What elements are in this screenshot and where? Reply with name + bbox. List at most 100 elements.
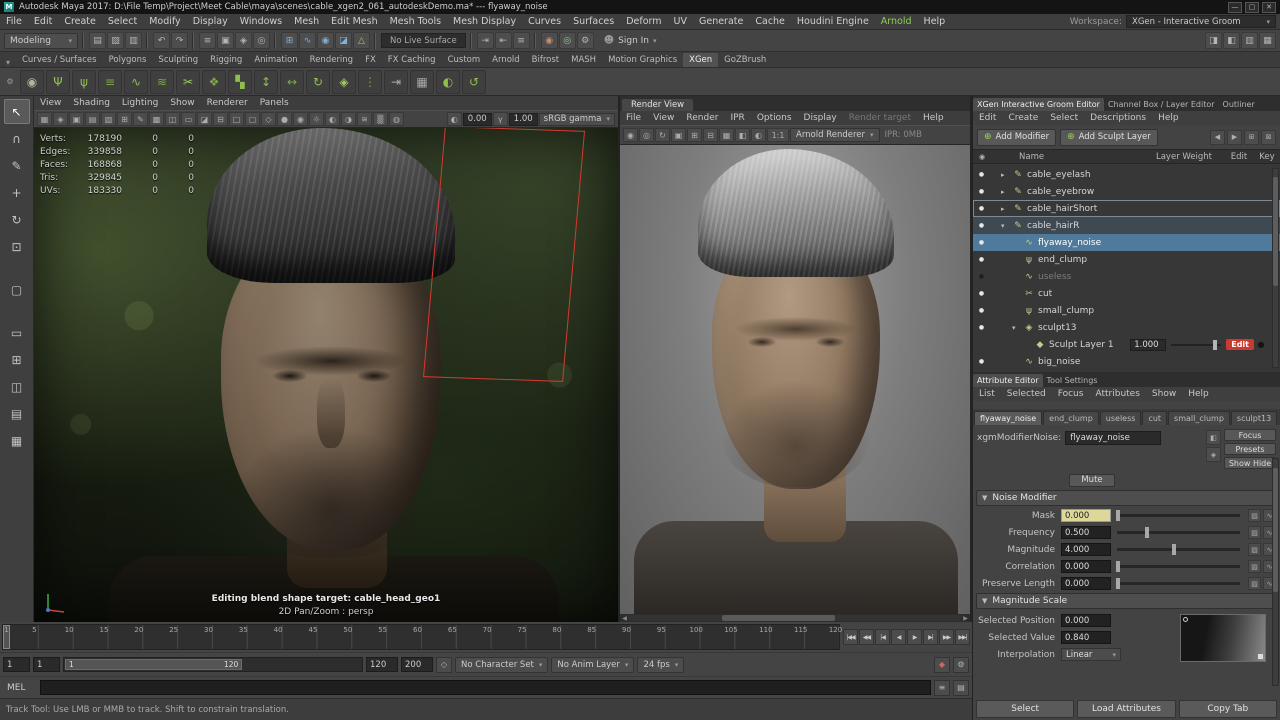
paint-select-tool[interactable]: ✎ — [4, 153, 30, 178]
node-tab-end-clump[interactable]: end_clump — [1043, 411, 1099, 425]
film-gate-icon[interactable]: ◫ — [165, 112, 180, 126]
node-tab-sculpt13[interactable]: sculpt13 — [1230, 411, 1278, 425]
xgen-cut-icon[interactable]: ✂ — [176, 69, 200, 94]
menu-cache[interactable]: Cache — [749, 16, 791, 27]
live-surface-field[interactable]: No Live Surface — [381, 33, 466, 48]
gamma-icon[interactable]: γ — [492, 112, 508, 126]
texture-map-icon[interactable]: ▨ — [1248, 526, 1261, 539]
menu-file[interactable]: File — [0, 16, 28, 27]
xgen-groom-icon[interactable]: ψ — [72, 69, 96, 94]
auto-keyframe-icon[interactable]: ◆ — [934, 656, 950, 673]
add-modifier-button[interactable]: ⊕ Add Modifier — [977, 128, 1057, 146]
menu-deform[interactable]: Deform — [620, 16, 667, 27]
close-button[interactable]: ✕ — [1262, 1, 1276, 13]
animation-end-field[interactable]: 200 — [401, 657, 433, 672]
textured-icon[interactable]: ◉ — [293, 112, 308, 126]
node-tab-cut[interactable]: cut — [1142, 411, 1168, 425]
add-sculpt-layer-button[interactable]: ⊕ Add Sculpt Layer — [1060, 128, 1158, 146]
xgen-preview-icon[interactable]: ◐ — [436, 69, 460, 94]
layout-four-pane[interactable]: ⊞ — [4, 347, 30, 372]
groom-menu-help[interactable]: Help — [1152, 113, 1185, 123]
input-connections-icon[interactable]: ⇥ — [476, 32, 494, 49]
collapse-icon[interactable]: ▾ — [1001, 222, 1011, 230]
scroll-left-icon[interactable]: ◀ — [620, 615, 629, 622]
visibility-dot-icon[interactable]: ● — [973, 358, 990, 365]
show-in-outliner-icon[interactable]: ◧ — [1206, 430, 1221, 445]
layer-weight-field[interactable]: 1.000 — [1130, 338, 1167, 351]
panel-tab-outliner[interactable]: Outliner — [1219, 98, 1259, 111]
visibility-dot-icon[interactable]: ● — [973, 307, 990, 314]
panel-tab-xgen-interactive-groom-editor[interactable]: XGen Interactive Groom Editor — [973, 98, 1104, 111]
expand-icon[interactable]: ▸ — [1001, 205, 1011, 213]
command-language-label[interactable]: MEL — [3, 683, 37, 693]
range-slider-track[interactable]: 1 120 — [63, 657, 363, 672]
attribute-editor-menu-list[interactable]: List — [973, 389, 1001, 399]
layout-hypershade[interactable]: ▤ — [4, 401, 30, 426]
visibility-dot-icon[interactable]: ● — [973, 171, 990, 178]
show-hide-button[interactable]: Show Hide — [1224, 457, 1276, 469]
panel-tab-channel-box-layer-editor[interactable]: Channel Box / Layer Editor — [1104, 98, 1219, 111]
lasso-select-tool[interactable]: ∩ — [4, 126, 30, 151]
shelf-tab-motion-graphics[interactable]: Motion Graphics — [602, 53, 683, 67]
ipr-icon[interactable]: ◎ — [639, 128, 654, 142]
viewport-menu-shading[interactable]: Shading — [67, 98, 116, 108]
tree-row-sculpt13[interactable]: ● ▾ ◈ sculpt13 — [973, 319, 1280, 336]
texture-map-icon[interactable]: ▨ — [1248, 560, 1261, 573]
delete-layer-icon[interactable]: ⊠ — [1261, 129, 1276, 145]
menu-modify[interactable]: Modify — [143, 16, 186, 27]
anim-layer-dropdown[interactable]: No Anim Layer ▾ — [551, 656, 635, 673]
shelf-tab-custom[interactable]: Custom — [442, 53, 487, 67]
scroll-right-icon[interactable]: ▶ — [1227, 129, 1242, 145]
workspace-dropdown[interactable]: XGen - Interactive Groom ▾ — [1126, 15, 1276, 28]
scrollbar-thumb[interactable] — [721, 615, 835, 621]
texture-map-icon[interactable]: ▨ — [1248, 543, 1261, 556]
render-view-menu-options[interactable]: Options — [751, 113, 798, 123]
menu-create[interactable]: Create — [58, 16, 102, 27]
shelf-tab-fx[interactable]: FX — [359, 53, 382, 67]
section-header-noise-modifier[interactable]: ▼ Noise Modifier — [976, 490, 1277, 506]
render-view-tab[interactable]: Render View — [622, 99, 694, 111]
groom-menu-edit[interactable]: Edit — [973, 113, 1002, 123]
menu-windows[interactable]: Windows — [234, 16, 288, 27]
animation-start-field[interactable]: 1 — [3, 657, 30, 672]
tree-scrollbar[interactable] — [1272, 168, 1279, 368]
scrollbar-thumb[interactable] — [1273, 468, 1278, 593]
last-tool[interactable]: ▢ — [4, 277, 30, 302]
render-view-menu-ipr[interactable]: IPR — [724, 113, 750, 123]
node-tab-useless[interactable]: useless — [1099, 411, 1142, 425]
wireframe-icon[interactable]: ◇ — [261, 112, 276, 126]
render-view-menu-render[interactable]: Render — [680, 113, 724, 123]
play-forwards-button[interactable]: ▶ — [907, 629, 922, 645]
attribute-editor-toggle-icon[interactable]: ◨ — [1205, 32, 1222, 49]
xgen-export-icon[interactable]: ⇥ — [384, 69, 408, 94]
construction-history-icon[interactable]: ≡ — [512, 32, 530, 49]
new-scene-icon[interactable]: ▤ — [89, 32, 106, 49]
highlight-selection-icon[interactable]: ◎ — [253, 32, 270, 49]
tree-row-end-clump[interactable]: ● ψ end_clump — [973, 251, 1280, 268]
minimize-button[interactable]: — — [1228, 1, 1242, 13]
shelf-tab-curves-surfaces[interactable]: Curves / Surfaces — [16, 53, 103, 67]
xgen-noise-icon[interactable]: ∿ — [124, 69, 148, 94]
shelf-tab-sculpting[interactable]: Sculpting — [152, 53, 204, 67]
go-to-start-button[interactable]: |◀◀ — [843, 629, 858, 645]
render-settings-icon[interactable]: ⚙ — [576, 32, 594, 49]
groom-menu-create[interactable]: Create — [1002, 113, 1044, 123]
xgen-curl-icon[interactable]: ↻ — [306, 69, 330, 94]
undo-icon[interactable]: ↶ — [153, 32, 170, 49]
grid-icon[interactable]: ▩ — [149, 112, 164, 126]
snap-point-icon[interactable]: ◉ — [317, 32, 334, 49]
shelf-tab-mash[interactable]: MASH — [565, 53, 602, 67]
preserve-length-field[interactable]: 0.000 — [1061, 577, 1111, 590]
layout-persp-outliner[interactable]: ◫ — [4, 374, 30, 399]
menu-edit[interactable]: Edit — [28, 16, 58, 27]
menu-houdini-engine[interactable]: Houdini Engine — [791, 16, 875, 27]
visibility-dot-icon[interactable]: ● — [973, 188, 990, 195]
presets-button[interactable]: Presets — [1224, 443, 1276, 455]
shelf-tab-polygons[interactable]: Polygons — [103, 53, 153, 67]
tree-row-big-noise[interactable]: ● ∿ big_noise — [973, 353, 1280, 370]
menu-uv[interactable]: UV — [668, 16, 693, 27]
camera-attributes-icon[interactable]: ▣ — [69, 112, 84, 126]
snap-curve-icon[interactable]: ∿ — [299, 32, 316, 49]
gamma-field[interactable]: 1.00 — [508, 112, 538, 126]
zoom-one-to-one-button[interactable]: 1:1 — [767, 128, 789, 142]
